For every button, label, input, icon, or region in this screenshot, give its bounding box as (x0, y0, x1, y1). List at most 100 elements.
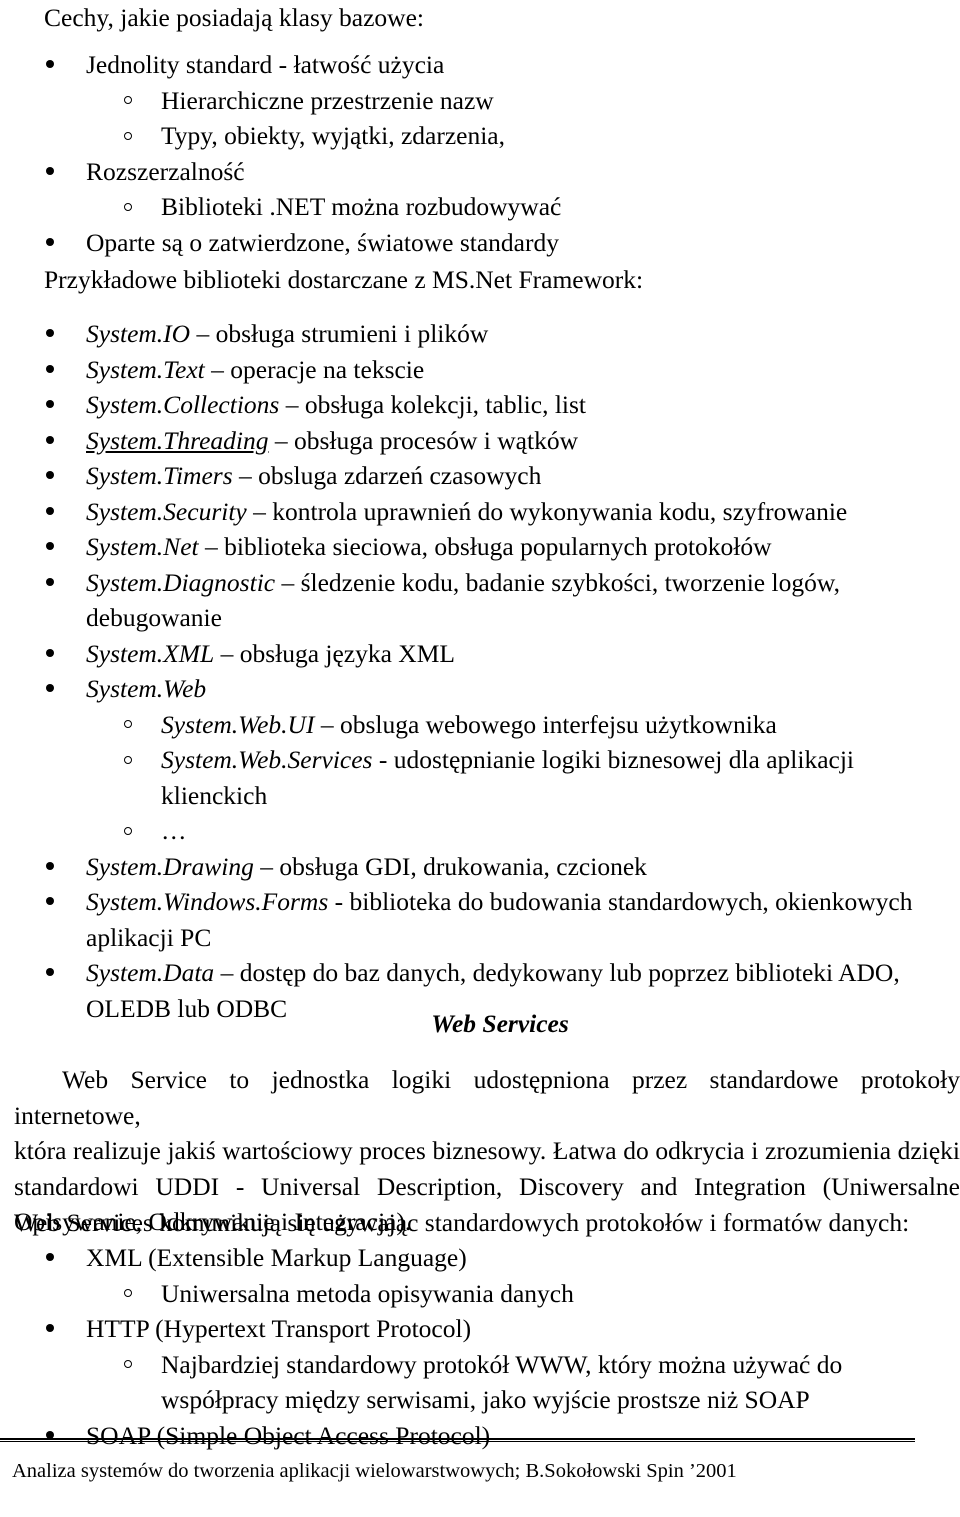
library-entry: System.Drawing – obsługa GDI, drukowania… (86, 852, 647, 881)
bullet-disc-icon (46, 648, 54, 657)
library-entry: System.Diagnostic – śledzenie kodu, bada… (86, 568, 840, 633)
list-item-label: SOAP (Simple Object Access Protocol) (86, 1420, 491, 1450)
bullet-circle-icon (124, 826, 132, 835)
library-entry: System.IO – obsługa strumieni i plików (86, 319, 488, 348)
document-page: Cechy, jakie posiadają klasy bazowe: Jed… (0, 0, 960, 1517)
list-item-label: Uniwersalna metoda opisywania danych (161, 1278, 574, 1308)
library-description: – obsługa procesów i wątków (268, 425, 578, 455)
library-list-item: System.Security – kontrola uprawnień do … (0, 494, 960, 530)
library-namespace-name: System.Data (86, 958, 215, 987)
library-namespace-name: System.Security (86, 496, 247, 526)
library-list-item: System.Web.Services - udostępnianie logi… (0, 742, 960, 813)
bullet-disc-icon (46, 968, 54, 976)
footer-text: Analiza systemów do tworzenia aplikacji … (12, 1460, 737, 1482)
paragraph-line: która realizuje jakiś wartościowy proces… (14, 1136, 960, 1165)
library-list-item: System.Timers – obsluga zdarzeń czasowyc… (0, 458, 960, 494)
bullet-disc-icon (46, 471, 54, 479)
library-entry: System.Security – kontrola uprawnień do … (86, 497, 847, 526)
library-description: – operacje na tekscie (204, 354, 425, 384)
library-entry: … (161, 816, 187, 845)
library-description: – obsluga zdarzeń czasowych (232, 461, 542, 490)
library-namespace-name: System.Diagnostic (86, 567, 276, 597)
library-namespace-name: System.Windows.Forms (86, 887, 329, 916)
library-namespace-name[interactable]: System.Threading (86, 426, 269, 455)
framework-intro-text: Przykładowe biblioteki dostarczane z MS.… (44, 265, 644, 294)
library-description: – obsługa GDI, drukowania, czcionek (253, 851, 647, 881)
library-entry: System.Web (86, 674, 206, 703)
library-namespace-name: System.Text (86, 354, 205, 384)
library-list-item: System.Drawing – obsługa GDI, drukowania… (0, 849, 960, 885)
library-namespace-name: System.Drawing (86, 851, 254, 881)
list-item-label: Hierarchiczne przestrzenie nazw (161, 85, 494, 115)
library-entry: System.Threading – obsługa procesów i wą… (86, 426, 578, 455)
library-list-item: System.Threading – obsługa procesów i wą… (0, 423, 960, 459)
list-item: Najbardziej standardowy protokół WWW, kt… (0, 1347, 960, 1418)
list-item: Oparte są o zatwierdzone, światowe stand… (0, 225, 960, 261)
list-item: Hierarchiczne przestrzenie nazw (0, 83, 960, 119)
list-item-label: Oparte są o zatwierdzone, światowe stand… (86, 227, 559, 257)
library-description: – obsługa kolekcji, tablic, list (279, 390, 587, 419)
features-list: Jednolity standard - łatwość użycia Hiera… (0, 47, 960, 260)
bullet-disc-icon (46, 400, 54, 408)
library-entry: System.Web.UI – obsluga webowego interfe… (161, 710, 777, 739)
list-item-label: HTTP (Hypertext Transport Protocol) (86, 1314, 472, 1343)
library-list-item: System.XML – obsługa języka XML (0, 636, 960, 672)
library-list-item: … (0, 813, 960, 849)
bullet-disc-icon (46, 1324, 54, 1332)
library-namespace-name: System.Web.Services (161, 745, 373, 774)
library-description: … (161, 816, 187, 845)
libraries-list: System.IO – obsługa strumieni i plików Sy… (0, 316, 960, 1026)
library-description: – obsługa strumieni i plików (190, 319, 489, 348)
library-description: – obsługa języka XML (214, 638, 455, 668)
library-namespace-name: System.Net (86, 532, 199, 561)
library-namespace-name: System.XML (86, 638, 215, 668)
library-entry: System.Web.Services - udostępnianie logi… (161, 745, 854, 810)
paragraph-line: standardowi UDDI - Universal Description… (14, 1171, 960, 1201)
library-entry: System.Net – biblioteka sieciowa, obsług… (86, 532, 772, 561)
list-item: Jednolity standard - łatwość użycia (0, 47, 960, 83)
bullet-circle-icon (124, 131, 132, 140)
library-entry: System.Collections – obsługa kolekcji, t… (86, 390, 586, 419)
footer-divider (0, 1438, 915, 1442)
library-description: – obsluga webowego interfejsu użytkownik… (314, 709, 777, 739)
library-description: – biblioteka sieciowa, obsługa popularny… (198, 532, 772, 561)
bullet-circle-icon (124, 202, 132, 211)
library-list-item: System.Collections – obsługa kolekcji, t… (0, 387, 960, 423)
bullet-circle-icon (124, 720, 132, 728)
library-list-item: System.IO – obsługa strumieni i plików (0, 316, 960, 352)
library-namespace-name: System.Collections (86, 390, 280, 419)
list-item-label: XML (Extensible Markup Language) (86, 1243, 467, 1272)
library-list-item: System.Net – biblioteka sieciowa, obsług… (0, 529, 960, 565)
protocols-list: XML (Extensible Markup Language) Uniwersa… (0, 1240, 960, 1453)
list-item: XML (Extensible Markup Language) (0, 1240, 960, 1276)
bullet-circle-icon (124, 755, 132, 764)
bullet-disc-icon (46, 329, 54, 337)
bullet-disc-icon (46, 237, 54, 246)
library-entry: System.Windows.Forms - biblioteka do bud… (86, 887, 912, 952)
bullet-disc-icon (46, 1253, 54, 1261)
list-item: Typy, obiekty, wyjątki, zdarzenia, (0, 118, 960, 154)
library-list-item: System.Diagnostic – śledzenie kodu, bada… (0, 565, 960, 636)
bullet-disc-icon (46, 684, 54, 692)
page-title: Cechy, jakie posiadają klasy bazowe: (44, 3, 424, 32)
bullet-disc-icon (46, 166, 54, 175)
library-namespace-name: System.IO (86, 319, 191, 348)
library-entry: System.Timers – obsluga zdarzeń czasowyc… (86, 461, 541, 490)
library-entry: System.Text – operacje na tekscie (86, 355, 424, 384)
list-item: Uniwersalna metoda opisywania danych (0, 1276, 960, 1312)
library-description: – kontrola uprawnień do wykonywania kodu… (246, 496, 848, 526)
bullet-circle-icon (124, 1360, 132, 1368)
library-list-item: System.Web.UI – obsluga webowego interfe… (0, 707, 960, 743)
list-item: SOAP (Simple Object Access Protocol) (0, 1418, 960, 1454)
list-item-label: Najbardziej standardowy protokół WWW, kt… (161, 1349, 843, 1415)
bullet-circle-icon (124, 96, 132, 104)
library-list-item: System.Web (0, 671, 960, 707)
bullet-disc-icon (46, 861, 54, 870)
bullet-disc-icon (46, 897, 54, 905)
web-services-protocols-intro: Web Services komunikują się używając sta… (14, 1208, 910, 1237)
paragraph-line: Web Service to jednostka logiki udostępn… (14, 1065, 960, 1130)
bullet-disc-icon (46, 364, 54, 373)
list-item-label: Biblioteki .NET można rozbudowywać (161, 192, 562, 221)
library-namespace-name: System.Web.UI (161, 709, 315, 739)
bullet-disc-icon (46, 506, 54, 515)
